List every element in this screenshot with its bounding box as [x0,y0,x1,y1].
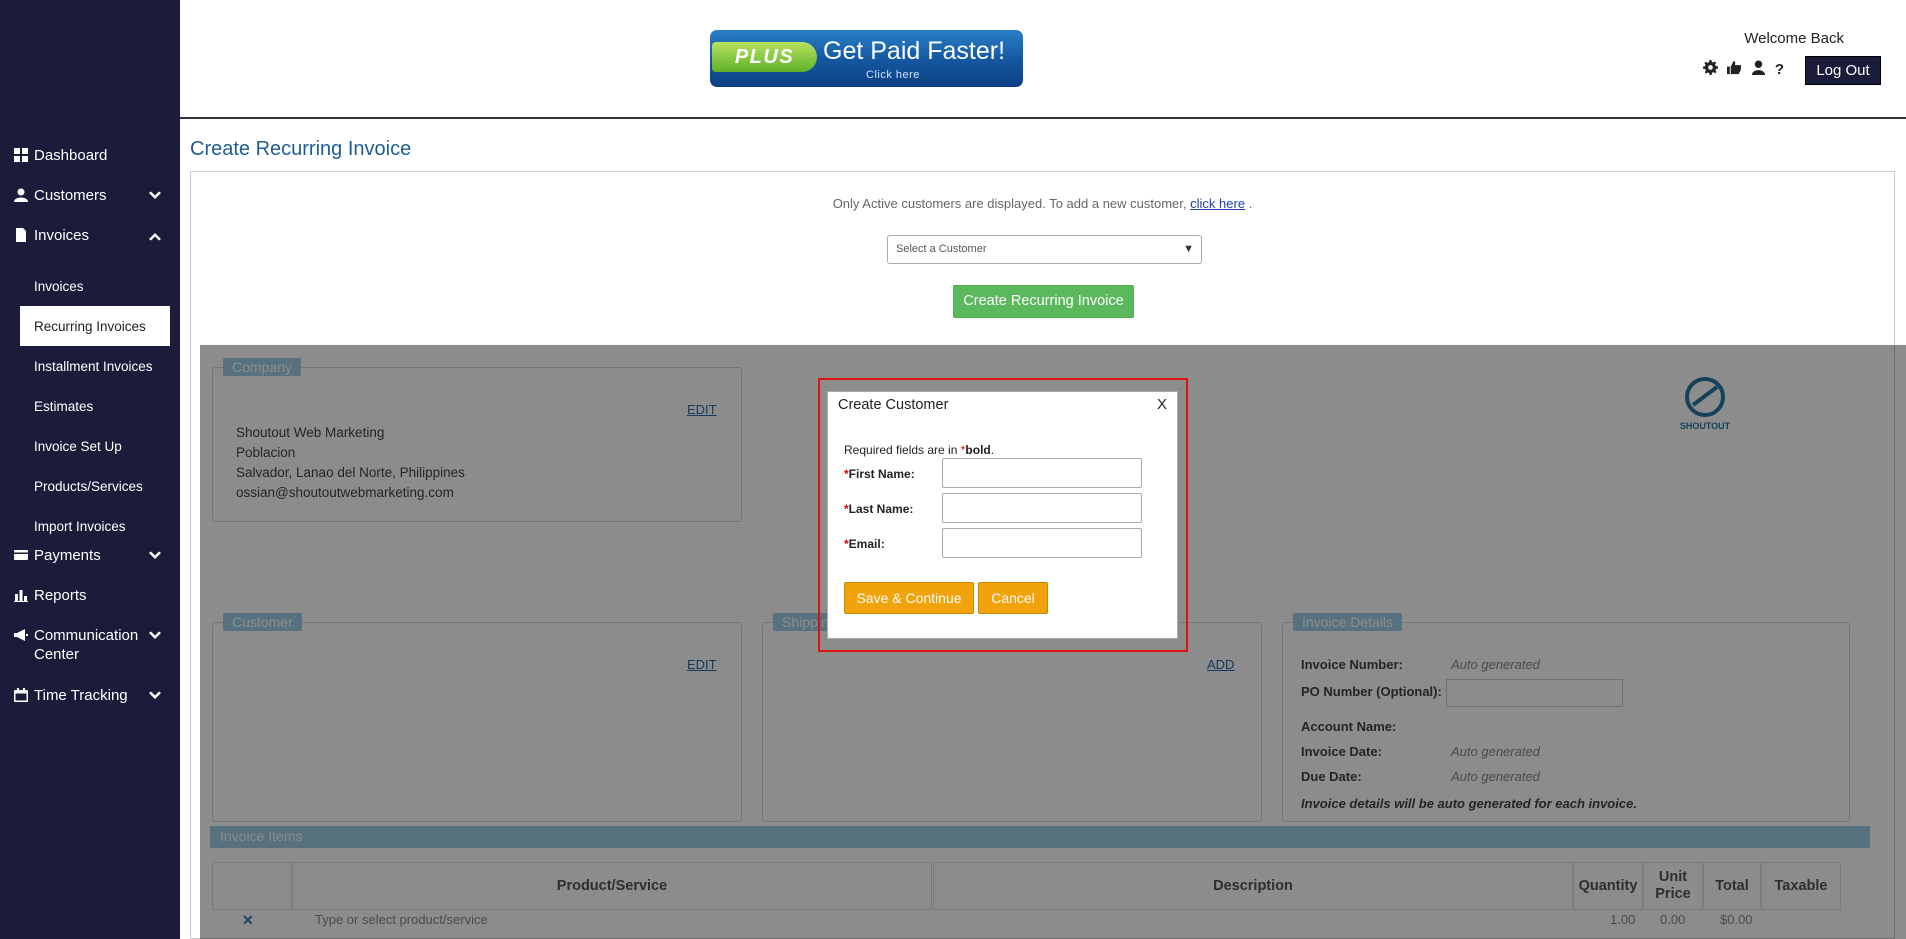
sidebar-item-label: Reports [34,587,87,604]
sidebar-nav: Dashboard Customers Invoices Invoices Re… [0,146,180,726]
sidebar-item-label: Dashboard [34,147,108,164]
chevron-down-icon[interactable] [148,689,162,707]
dashboard-icon [14,148,34,166]
sidebar-item-communication-center[interactable]: Communication Center [0,626,180,686]
email-label: *Email: [844,537,885,551]
banner-tagline: Get Paid Faster! [823,37,1006,65]
bar-chart-icon [14,588,34,606]
customer-select[interactable]: Select a Customer ▼ [887,235,1202,264]
chevron-down-icon[interactable] [148,629,162,647]
create-customer-modal: Create Customer X Required fields are in… [827,391,1178,639]
chevron-down-icon[interactable] [148,549,162,567]
user-icon[interactable] [1751,60,1766,78]
sidebar-item-customers[interactable]: Customers [0,186,180,226]
chevron-down-icon[interactable] [148,189,162,207]
sidebar-subitem-estimates[interactable]: Estimates [0,386,180,426]
banner-click-here: Click here [866,69,920,81]
bullhorn-icon [14,628,34,646]
page-title: Create Recurring Invoice [190,138,412,160]
email-label-text: Email: [848,537,885,551]
note-text: Only Active customers are displayed. To … [832,196,1187,211]
required-bold: bold [965,443,991,457]
last-name-label-text: Last Name: [848,502,914,516]
header-icon-bar: ? [1702,60,1784,78]
close-icon[interactable]: X [1157,396,1167,413]
save-and-continue-button[interactable]: Save & Continue [844,582,974,614]
sidebar-item-reports[interactable]: Reports [0,586,180,626]
sidebar-item-label: Communication Center [34,627,139,663]
required-suffix: . [990,443,995,457]
last-name-field[interactable] [942,493,1142,523]
customer-select-value: Select a Customer [896,243,987,255]
sidebar-item-label: Time Tracking [34,687,128,704]
sidebar-item-time-tracking[interactable]: Time Tracking [0,686,180,726]
first-name-label: *First Name: [844,467,915,481]
modal-title: Create Customer [838,397,949,413]
sidebar-subitem-products-services[interactable]: Products/Services [0,466,180,506]
user-icon [14,188,34,206]
get-paid-faster-banner[interactable]: PLUS Get Paid Faster! Click here [710,30,1023,87]
sidebar-item-label: Customers [34,187,107,204]
note-end: . [1248,196,1253,211]
required-prefix: Required fields are in [844,443,961,457]
credit-card-icon [14,548,34,566]
sidebar-subitem-invoices[interactable]: Invoices [0,266,180,306]
last-name-label: *Last Name: [844,502,913,516]
sidebar-subitem-import-invoices[interactable]: Import Invoices [0,506,180,546]
help-icon[interactable]: ? [1775,61,1784,78]
document-icon [14,228,34,246]
email-field[interactable] [942,528,1142,558]
banner-plus-badge: PLUS [712,42,817,72]
first-name-field[interactable] [942,458,1142,488]
sidebar-subitem-invoice-set-up[interactable]: Invoice Set Up [0,426,180,466]
top-header: PLUS Get Paid Faster! Click here Welcome… [180,0,1906,119]
sidebar-item-invoices[interactable]: Invoices [0,226,180,266]
logout-button[interactable]: Log Out [1805,56,1881,85]
chevron-down-icon: ▼ [1183,243,1194,255]
chevron-up-icon[interactable] [148,229,162,247]
sidebar-subitem-installment-invoices[interactable]: Installment Invoices [0,346,180,386]
first-name-label-text: First Name: [848,467,915,481]
sidebar-item-label: Invoices [34,227,90,244]
sidebar-item-dashboard[interactable]: Dashboard [0,146,180,186]
sidebar-item-label: Payments [34,547,101,564]
sidebar-subitem-recurring-invoices[interactable]: Recurring Invoices [20,306,170,346]
welcome-text: Welcome Back [1744,30,1844,47]
thumbs-up-icon[interactable] [1726,60,1742,78]
sidebar-item-payments[interactable]: Payments [0,546,180,586]
create-recurring-invoice-button[interactable]: Create Recurring Invoice [953,285,1134,318]
add-customer-link[interactable]: click here [1190,196,1245,211]
active-customers-note: Only Active customers are displayed. To … [191,196,1894,211]
cancel-button[interactable]: Cancel [978,582,1048,614]
gear-icon[interactable] [1702,60,1718,78]
calendar-icon [14,688,34,706]
sidebar: Dashboard Customers Invoices Invoices Re… [0,0,180,939]
required-fields-note: Required fields are in *bold. [844,443,994,457]
